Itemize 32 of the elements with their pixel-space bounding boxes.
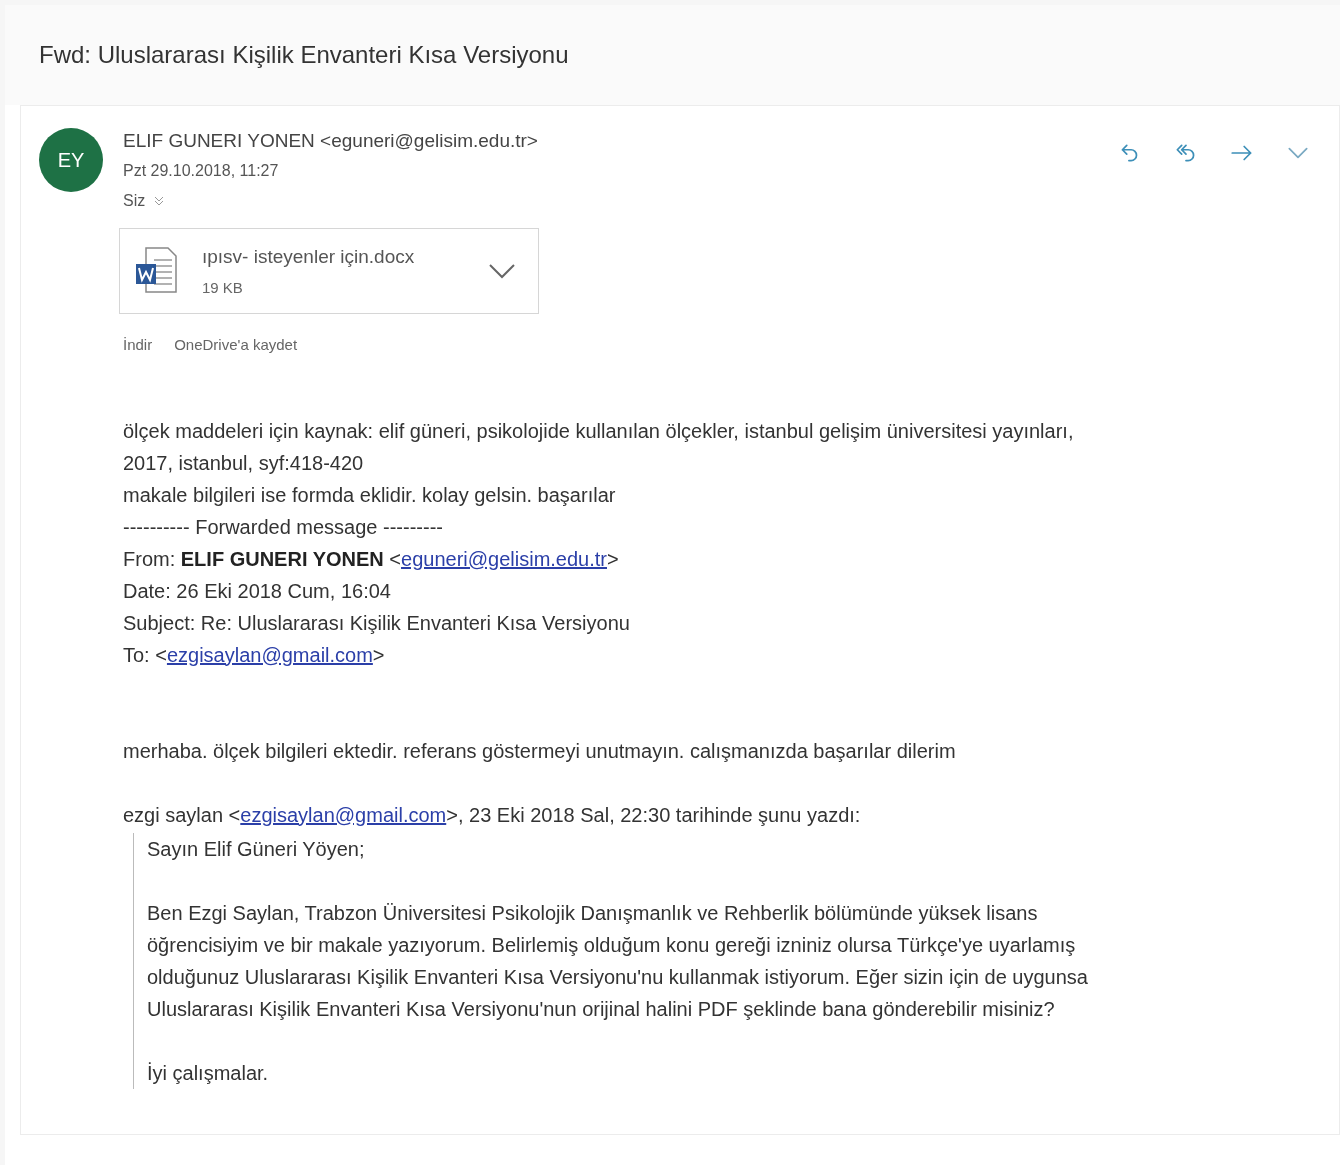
attachment-name: ıpısv- isteyenler için.docx xyxy=(202,244,416,269)
attachment-card[interactable]: ıpısv- isteyenler için.docx 19 KB xyxy=(119,228,539,314)
email-link[interactable]: eguneri@gelisim.edu.tr xyxy=(401,547,607,570)
sender-name: ELIF GUNERI YONEN <eguneri@gelisim.edu.tr> xyxy=(123,129,538,153)
quoted-line: öğrencisiyim ve bir makale yazıyorum. Belirlemiş olduğum konu gereği izniniz olursa Türkçe'ye uyarlamış xyxy=(147,932,1076,958)
double-chevron-icon[interactable] xyxy=(153,195,166,207)
sent-date: Pzt 29.10.2018, 11:27 xyxy=(123,161,280,181)
message-line: Date: 26 Eki 2018 Cum, 16:04 xyxy=(123,578,391,604)
attachment-size: 19 KB xyxy=(202,278,244,298)
email-link[interactable]: ezgisaylan@gmail.com xyxy=(240,803,447,826)
message-line: 2017, istanbul, syf:418-420 xyxy=(123,450,364,476)
sender-avatar: EY xyxy=(39,128,103,192)
message-line: ---------- Forwarded message --------- xyxy=(123,514,443,540)
recipient-label: Siz xyxy=(123,191,146,211)
quoted-line: Ben Ezgi Saylan, Trabzon Üniversitesi Psikolojik Danışmanlık ve Rehberlik bölümünde yüksek lisans xyxy=(147,900,1038,926)
quoted-line: İyi çalışmalar. xyxy=(147,1060,269,1086)
chevron-down-icon[interactable] xyxy=(488,263,516,279)
message-line: To: <ezgisaylan@gmail.com> xyxy=(123,642,385,668)
message-line: makale bilgileri ise formda eklidir. kolay gelsin. başarılar xyxy=(123,482,616,508)
quoted-line: olduğunuz Uluslararası Kişilik Envanteri Kısa Versiyonu'nu kullanmak istiyorum. Eğer sizin için de uygunsa xyxy=(147,964,1088,990)
quoted-line: Sayın Elif Güneri Yöyen; xyxy=(147,836,365,862)
message-line: merhaba. ölçek bilgileri ektedir. referans göstermeyi unutmayın. calışmanızda başarılar dilerim xyxy=(123,738,956,764)
message-line: ezgi saylan <ezgisaylan@gmail.com>, 23 Eki 2018 Sal, 22:30 tarihinde şunu yazdı: xyxy=(123,802,861,828)
word-document-icon xyxy=(134,246,180,296)
attachment-action-link[interactable]: İndir xyxy=(123,334,153,357)
quoted-line: Uluslararası Kişilik Envanteri Kısa Versiyonu'nun orijinal halini PDF şeklinde bana gönderebilir misiniz? xyxy=(147,996,1055,1022)
attachment-action-link[interactable]: OneDrive'a kaydet xyxy=(174,334,298,357)
email-subject: Fwd: Uluslararası Kişilik Envanteri Kısa Versiyonu xyxy=(39,40,569,70)
email-link[interactable]: ezgisaylan@gmail.com xyxy=(166,643,373,666)
message-line: Subject: Re: Uluslararası Kişilik Envanteri Kısa Versiyonu xyxy=(123,610,630,636)
message-line: From: ELIF GUNERI YONEN <eguneri@gelisim.edu.tr> xyxy=(123,546,619,572)
message-line: ölçek maddeleri için kaynak: elif güneri, psikolojide kullanılan ölçekler, istanbul gelişim üniversitesi yayınları, xyxy=(123,418,1074,444)
